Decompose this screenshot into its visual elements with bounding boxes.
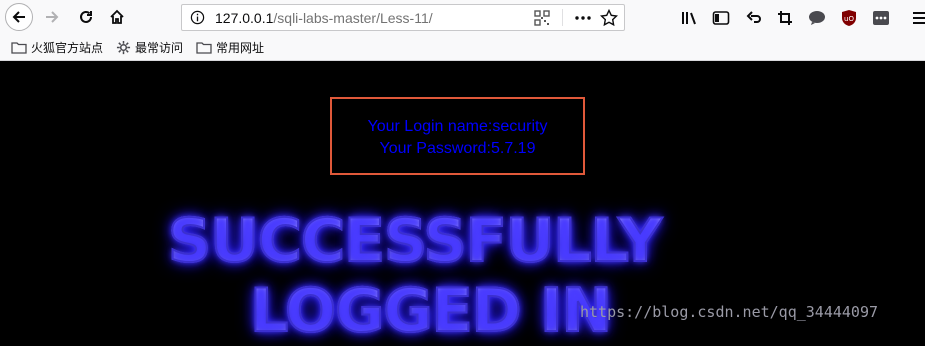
bookmark-firefox-site[interactable]: 火狐官方站点 bbox=[11, 39, 103, 56]
url-path: /sqli-labs-master/Less-11/ bbox=[273, 10, 433, 26]
crop-icon[interactable] bbox=[775, 8, 795, 28]
bookmark-common-sites[interactable]: 常用网址 bbox=[196, 39, 264, 56]
reload-icon bbox=[80, 10, 92, 23]
ublock-icon[interactable]: uO bbox=[839, 8, 859, 28]
reload-button[interactable] bbox=[73, 4, 99, 30]
password-text: Your Password:5.7.19 bbox=[379, 140, 536, 157]
home-button[interactable] bbox=[104, 4, 130, 30]
browser-toolbar: 127.0.0.1/sqli-labs-master/Less-11/ uO bbox=[0, 0, 925, 35]
login-name-text: Your Login name:security bbox=[367, 118, 548, 135]
bookmark-star-icon[interactable] bbox=[600, 9, 618, 27]
back-arrow-icon bbox=[12, 11, 25, 23]
login-result-box: Your Login name:security Your Password:5… bbox=[330, 97, 585, 175]
home-icon bbox=[110, 9, 124, 24]
urlbar-separator bbox=[562, 9, 563, 26]
qr-code-icon[interactable] bbox=[534, 10, 550, 26]
success-banner-line1: SUCCESSFULLY bbox=[167, 205, 663, 277]
svg-text:uO: uO bbox=[844, 15, 854, 23]
chat-icon[interactable] bbox=[807, 8, 827, 28]
bookmarks-bar: 火狐官方站点 最常访问 常用网址 bbox=[0, 35, 925, 61]
bookmark-label: 最常访问 bbox=[135, 41, 184, 55]
forward-arrow-icon bbox=[46, 11, 59, 23]
bookmark-most-visited[interactable]: 最常访问 bbox=[116, 39, 183, 56]
folder-icon bbox=[11, 42, 27, 54]
extension-icon[interactable] bbox=[871, 8, 891, 28]
folder-icon bbox=[196, 42, 212, 54]
watermark-text: https://blog.csdn.net/qq_34444097 bbox=[580, 303, 879, 321]
page-actions-icon[interactable] bbox=[574, 10, 592, 26]
bookmark-label: 火狐官方站点 bbox=[31, 41, 104, 55]
sidebar-icon[interactable] bbox=[711, 8, 731, 28]
success-banner-line2: LOGGED IN bbox=[249, 275, 613, 346]
back-button[interactable] bbox=[5, 3, 33, 31]
address-bar[interactable]: 127.0.0.1/sqli-labs-master/Less-11/ bbox=[181, 4, 625, 31]
forward-button[interactable] bbox=[39, 4, 65, 30]
url-host: 127.0.0.1 bbox=[215, 10, 274, 26]
library-icon[interactable] bbox=[680, 8, 700, 28]
bookmark-label: 常用网址 bbox=[216, 41, 265, 55]
menu-icon[interactable] bbox=[910, 8, 925, 28]
undo-icon[interactable] bbox=[744, 8, 764, 28]
info-icon[interactable] bbox=[190, 10, 205, 25]
gear-icon bbox=[116, 40, 131, 55]
url-text[interactable]: 127.0.0.1/sqli-labs-master/Less-11/ bbox=[215, 10, 433, 26]
